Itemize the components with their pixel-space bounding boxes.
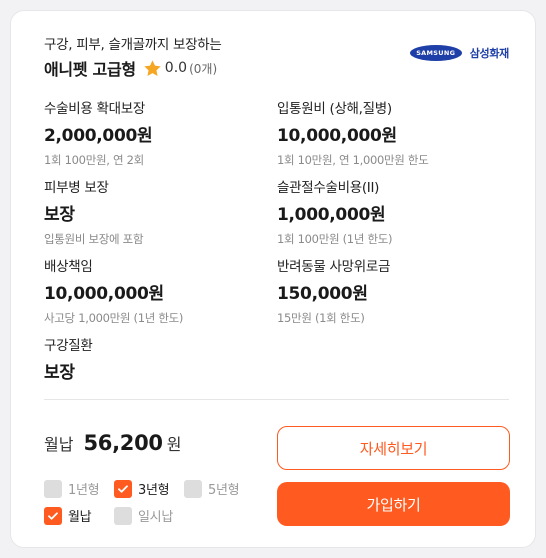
checkbox-unchecked[interactable] (44, 479, 62, 498)
premium-amount: 56,200 (83, 431, 163, 455)
checkbox-unchecked[interactable] (114, 506, 132, 525)
coverage-value: 10,000,000원 (277, 126, 397, 146)
option-label: 일시납 (138, 510, 173, 525)
coverage-label: 슬관절수술비용(II) (277, 180, 380, 196)
coverage-value: 보장 (44, 205, 75, 225)
coverage-value: 2,000,000원 (44, 126, 153, 146)
coverage-item: 슬관절수술비용(II) 1,000,000원 1회 100만원 (1년 한도) (277, 176, 497, 247)
option-lump-sum[interactable]: 일시납 (114, 506, 173, 525)
coverage-note: 1회 100만원, 연 2회 (44, 153, 144, 167)
coverage-value: 10,000,000원 (44, 284, 164, 304)
option-5-year[interactable]: 5년형 (184, 479, 240, 498)
option-label: 월납 (68, 510, 92, 525)
coverage-item: 구강질환 보장 (44, 334, 264, 383)
coverage-note: 1회 100만원 (1년 한도) (277, 232, 393, 246)
star-icon (143, 59, 162, 78)
insurer-brand: SAMSUNG 삼성화재 (409, 45, 510, 61)
product-name: 애니펫 고급형 (44, 60, 136, 79)
option-1-year[interactable]: 1년형 (44, 479, 100, 498)
coverage-label: 입통원비 (상해,질병) (277, 101, 392, 117)
review-count: 0개 (189, 60, 217, 77)
insurer-name: 삼성화재 (469, 47, 510, 60)
coverage-note: 사고당 1,000만원 (1년 한도) (44, 311, 184, 325)
option-label: 3년형 (138, 483, 170, 498)
option-3-year[interactable]: 3년형 (114, 479, 170, 498)
option-monthly-pay[interactable]: 월납 (44, 506, 92, 525)
option-label: 5년형 (208, 483, 240, 498)
check-icon (48, 511, 58, 520)
checkbox-checked[interactable] (44, 506, 62, 525)
coverage-note: 15만원 (1회 한도) (277, 311, 365, 325)
coverage-value: 1,000,000원 (277, 205, 386, 225)
card-header: 구강, 피부, 슬개골까지 보장하는 애니펫 고급형 0.0 0개 SAMSUN… (44, 33, 510, 79)
checkbox-unchecked[interactable] (184, 479, 202, 498)
samsung-logo: SAMSUNG (409, 45, 462, 61)
coverage-item: 배상책임 10,000,000원 사고당 1,000만원 (1년 한도) (44, 255, 264, 326)
option-label: 1년형 (68, 483, 100, 498)
join-button[interactable]: 가입하기 (277, 482, 510, 526)
coverage-note: 입통원비 보장에 포함 (44, 232, 144, 246)
coverage-label: 수술비용 확대보장 (44, 101, 145, 117)
coverage-item: 입통원비 (상해,질병) 10,000,000원 1회 10만원, 연 1,00… (277, 97, 497, 168)
coverage-note: 1회 10만원, 연 1,000만원 한도 (277, 153, 429, 167)
coverage-item: 수술비용 확대보장 2,000,000원 1회 100만원, 연 2회 (44, 97, 264, 168)
coverage-value: 150,000원 (277, 284, 368, 304)
coverage-item: 반려동물 사망위로금 150,000원 15만원 (1회 한도) (277, 255, 497, 326)
coverage-value: 보장 (44, 363, 75, 383)
divider (44, 399, 509, 400)
product-card: 구강, 피부, 슬개골까지 보장하는 애니펫 고급형 0.0 0개 SAMSUN… (10, 10, 536, 548)
premium-label: 월납 (44, 435, 74, 454)
premium-unit: 원 (166, 435, 182, 454)
check-icon (118, 484, 128, 493)
rating-value: 0.0 (164, 60, 188, 76)
coverage-label: 구강질환 (44, 338, 93, 354)
coverage-label: 반려동물 사망위로금 (277, 259, 391, 275)
coverage-label: 배상책임 (44, 259, 93, 275)
coverage-item: 피부병 보장 보장 입통원비 보장에 포함 (44, 176, 264, 247)
detail-button[interactable]: 자세히보기 (277, 426, 510, 470)
coverage-label: 피부병 보장 (44, 180, 109, 196)
monthly-premium: 월납 56,200 원 (44, 431, 181, 455)
checkbox-checked[interactable] (114, 479, 132, 498)
